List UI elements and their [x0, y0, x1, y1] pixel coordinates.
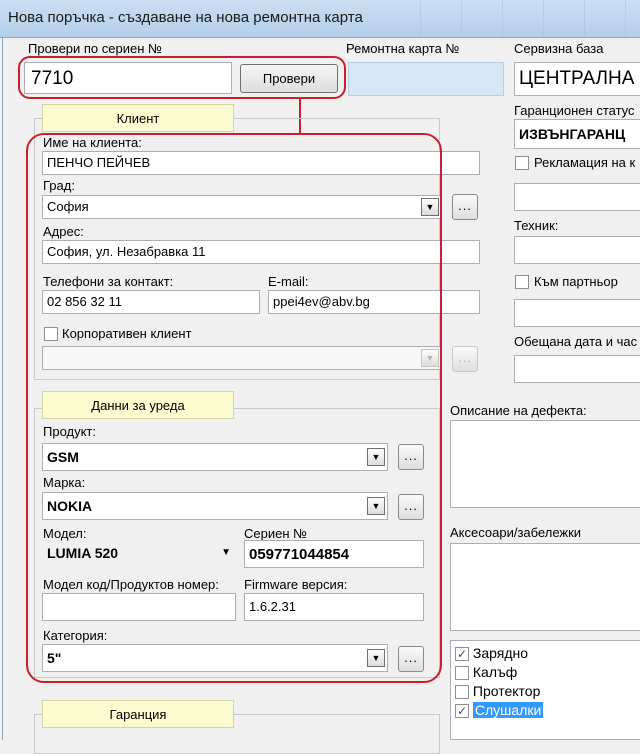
accessories-checklist[interactable]: ✓ Зарядно Калъф Протектор ✓ Слушалки: [450, 640, 640, 740]
title-bar-decoration: [380, 0, 640, 38]
ellipsis-icon: ...: [458, 197, 472, 213]
checkmark-icon[interactable]: ✓: [455, 647, 469, 662]
list-item[interactable]: ✓ Зарядно: [455, 645, 528, 664]
complaint-label: Рекламация на к: [534, 155, 636, 170]
promised-date-label: Обещана дата и час: [514, 334, 638, 349]
complaint-input[interactable]: [514, 183, 640, 211]
warranty-section-tab[interactable]: Гаранция: [42, 700, 234, 728]
technician-input[interactable]: [514, 236, 640, 264]
service-base-label: Сервизна база: [514, 41, 604, 56]
city-browse-button[interactable]: ...: [452, 194, 478, 220]
checkmark-icon[interactable]: ✓: [455, 704, 469, 719]
to-partner-label: Към партньор: [534, 274, 618, 289]
window-title: Нова поръчка - създаване на нова ремонтн…: [8, 9, 363, 26]
to-partner-checkbox[interactable]: [515, 275, 529, 289]
warranty-status-label: Гаранционен статус: [514, 103, 635, 118]
ellipsis-icon: ...: [458, 349, 472, 365]
complaint-checkbox[interactable]: [515, 156, 529, 170]
repair-card-label: Ремонтна карта №: [346, 41, 460, 56]
list-item-selected[interactable]: ✓ Слушалки: [455, 702, 640, 721]
checkbox-icon[interactable]: [455, 666, 469, 681]
repair-card-number-field: [348, 62, 504, 96]
partner-input[interactable]: [514, 299, 640, 327]
service-base-field[interactable]: ЦЕНТРАЛНА: [514, 62, 640, 96]
serial-check-highlight: [18, 56, 346, 99]
corporate-browse-button: ...: [452, 346, 478, 372]
list-item[interactable]: Калъф: [455, 664, 517, 683]
client-device-highlight: [26, 133, 442, 683]
defect-description-label: Описание на дефекта:: [450, 403, 587, 418]
technician-label: Техник:: [514, 218, 559, 233]
accessories-label: Аксесоари/забележки: [450, 525, 582, 540]
list-item[interactable]: Протектор: [455, 683, 540, 702]
accessories-textarea[interactable]: [450, 543, 640, 631]
promised-date-input[interactable]: [514, 355, 640, 383]
title-bar: Нова поръчка - създаване на нова ремонтн…: [0, 0, 640, 38]
defect-description-textarea[interactable]: [450, 420, 640, 508]
client-section-tab[interactable]: Клиент: [42, 104, 234, 132]
checkbox-icon[interactable]: [455, 685, 469, 700]
serial-check-label: Провери по сериен №: [28, 41, 162, 56]
warranty-status-field[interactable]: ИЗВЪНГАРАНЦ: [514, 119, 640, 149]
